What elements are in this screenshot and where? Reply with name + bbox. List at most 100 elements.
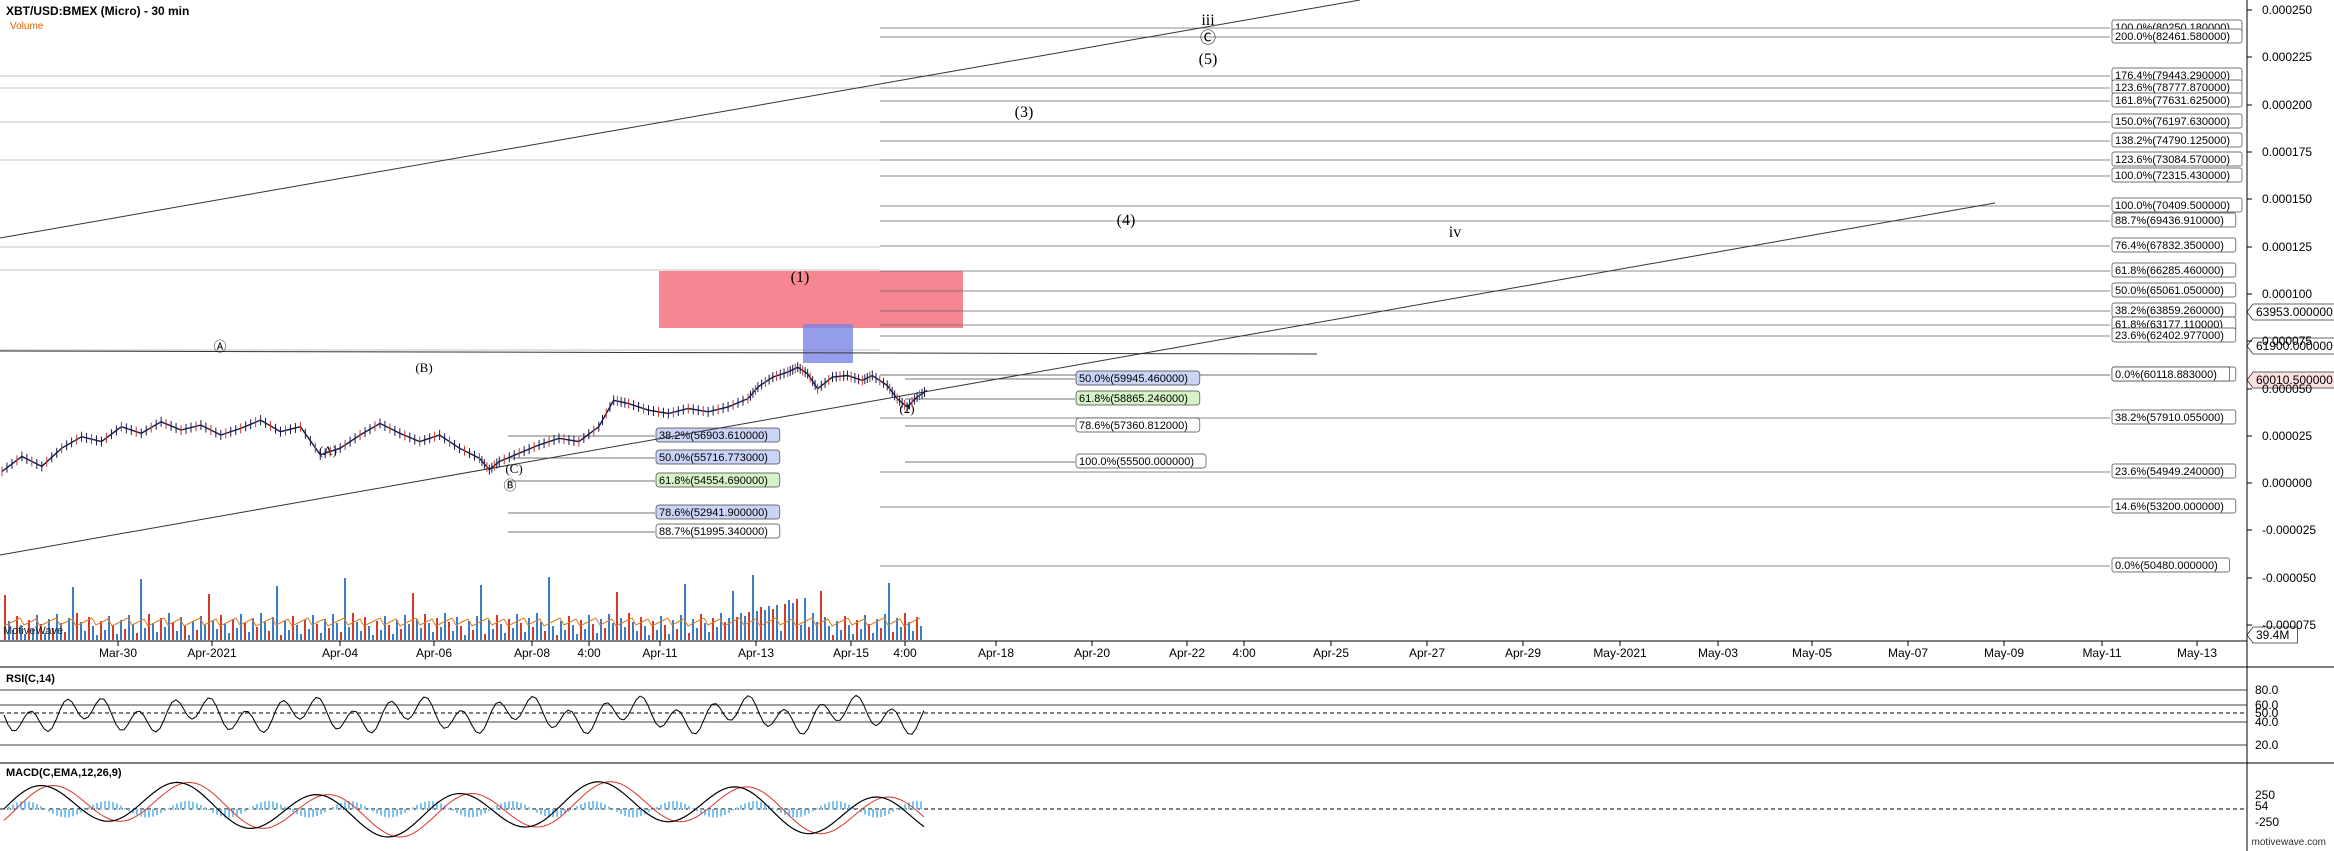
volume-bar [384,616,386,640]
volume-bar [280,635,282,640]
macd-histogram-bar [104,801,106,810]
macd-histogram-bar [712,809,714,818]
fib-label-text: 38.2%(63859.260000) [2115,305,2224,317]
macd-histogram-bar [616,809,618,812]
fib-left-label: 61.8%(54554.690000) [655,472,781,488]
volume-bar [528,618,530,640]
volume-bar [732,591,734,640]
macd-histogram-bar [524,804,526,810]
fib-label: 123.6%(73084.570000) [2111,151,2243,167]
macd-histogram-bar [60,809,62,817]
volume-bar [700,614,702,640]
volume-bar [648,635,650,640]
volume-bar [264,622,266,640]
macd-histogram-bar [268,801,270,810]
x-axis-label: May-07 [1888,646,1928,660]
macd-histogram-bar [24,801,26,810]
fib-label: 38.2%(57910.055000) [2111,409,2237,425]
volume-bar [232,619,234,640]
volume-bar [124,629,126,640]
volume-bar [340,632,342,640]
macd-histogram-bar [456,809,458,814]
macd-histogram-bar [832,801,834,810]
fib-label: 88.7%(69436.910000) [2111,212,2237,228]
volume-bar [672,620,674,640]
volume-bar [812,613,814,640]
macd-histogram-bar [336,804,338,810]
macd-histogram-bar [112,802,114,810]
volume-bar [716,627,718,640]
macd-histogram-bar [184,801,186,810]
volume-bar [888,583,890,640]
macd-histogram-bar [384,809,386,817]
volume-bar [172,622,174,640]
volume-bar [652,621,654,640]
macd-histogram-bar [560,809,562,816]
volume-bar [480,585,482,640]
volume-bar [920,626,922,640]
y-axis-label: 0.000050 [2262,382,2312,396]
volume-bar [688,633,690,640]
macd-histogram-bar [200,805,202,810]
y-axis-label: 0.000200 [2262,98,2312,112]
watermark: motivewave.com [2251,837,2326,848]
rsi-label: RSI(C,14) [6,673,55,685]
y-axis-label: 0.000250 [2262,3,2312,17]
x-axis-label: May-05 [1792,646,1832,660]
x-axis-label: May-03 [1698,646,1738,660]
macd-histogram-bar [452,809,454,811]
macd-histogram-bar [776,809,778,811]
macd-histogram-bar [400,809,402,815]
macd-histogram-bar [920,801,922,810]
macd-histogram-bar [240,809,242,814]
volume-bar [140,579,142,640]
volume-bar [308,629,310,640]
macd-histogram-bar [256,803,258,810]
macd-histogram-bar [204,807,206,810]
volume-bar [612,623,614,640]
volume-bar [668,634,670,640]
volume-bar [728,618,730,640]
macd-histogram-bar [292,809,294,813]
fib-label: 23.6%(54949.240000) [2111,463,2237,479]
macd-histogram-bar [428,801,430,810]
macd-histogram-bar [668,801,670,810]
volume-bar [912,631,914,640]
macd-histogram-bar [12,804,14,810]
volume-bar [312,615,314,640]
wave-label: (4) [1117,212,1136,229]
fib-label-text: 123.6%(78777.870000) [2115,82,2230,94]
volume-bar [664,625,666,640]
volume-bar [228,633,230,640]
fib-mid-text: 100.0%(55500.000000) [1079,456,1194,468]
x-axis-label: Apr-11 [642,646,677,660]
volume-bar [496,615,498,640]
wave-label: Ⓐ [213,339,226,354]
volume-bar [416,619,418,640]
x-axis-label: Apr-13 [738,646,774,660]
macd-histogram-bar [864,809,866,815]
volume-bar [112,625,114,640]
fib-mid-text: 78.6%(57360.812000) [1079,420,1188,432]
volume-bar [352,613,354,640]
macd-histogram-bar [820,805,822,810]
macd-histogram-bar [396,809,398,817]
fib-label: 14.6%(53200.000000) [2111,498,2237,514]
macd-histogram-bar [640,809,642,817]
macd-histogram-bar [324,809,326,813]
macd-histogram-bar [656,806,658,810]
volume-bar [840,630,842,640]
macd-histogram-bar [460,809,462,816]
fib-left-label: 88.7%(51995.340000) [655,523,781,539]
macd-histogram-bar [108,801,110,810]
volume-bar [412,593,414,640]
macd-histogram-bar [440,803,442,810]
volume-bar [744,616,746,640]
macd-histogram-bar [828,802,830,810]
volume-bar [604,628,606,640]
y-axis-label: 0.000150 [2262,192,2312,206]
macd-histogram-bar [260,802,262,810]
macd-histogram-bar [376,809,378,814]
macd-histogram-bar [72,809,74,817]
fib-label-text: 38.2%(57910.055000) [2115,412,2224,424]
